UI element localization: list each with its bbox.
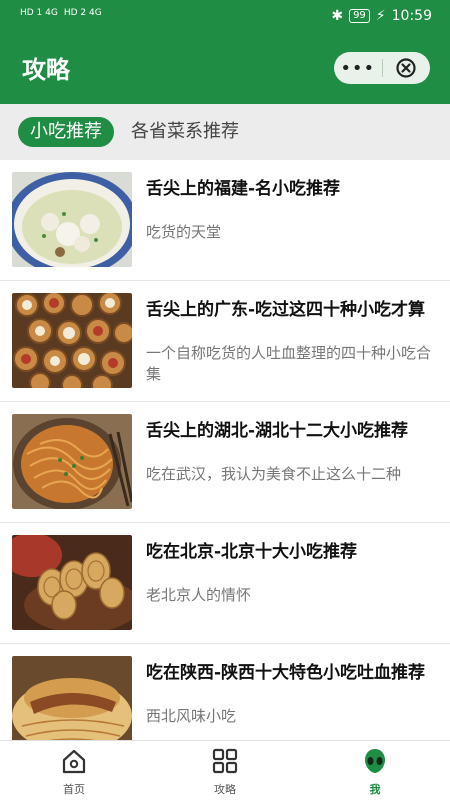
charging-icon: ⚡ [375,8,386,24]
fujian-dumpling-soup-photo [12,172,132,267]
article-list: 舌尖上的福建-名小吃推荐 吃货的天堂 舌尖上的广东-吃过这四十种小吃才算 一个自… [0,160,450,765]
home-icon [62,749,86,774]
list-item[interactable]: 吃在北京-北京十大小吃推荐 老北京人的情怀 [0,523,450,644]
article-description: 一个自称吃货的人吐血整理的四十种小吃合集 [146,344,432,383]
bottom-navigation: 首页 攻略 我 [0,740,450,801]
status-bar: HD 1 4G HD 2 4G ✱ 99 ⚡ 10:59 [0,0,450,33]
list-item[interactable]: 舌尖上的广东-吃过这四十种小吃才算 一个自称吃货的人吐血整理的四十种小吃合集 [0,281,450,402]
more-button[interactable]: ••• [334,58,382,79]
page-title: 攻略 [22,56,70,84]
list-item[interactable]: 舌尖上的湖北-湖北十二大小吃推荐 吃在武汉，我认为美食不止这么十二种 [0,402,450,523]
article-title: 舌尖上的福建-名小吃推荐 [146,179,341,199]
close-circle-icon [396,58,416,78]
article-description: 吃在武汉，我认为美食不止这么十二种 [146,465,402,483]
signal-indicators: HD 1 4G HD 2 4G [20,8,102,18]
close-button[interactable] [383,57,431,79]
article-title: 吃在北京-北京十大小吃推荐 [146,542,358,562]
battery-icon: 99 [349,9,370,23]
hubei-noodles-photo [12,414,132,509]
article-description: 老北京人的情怀 [146,586,252,604]
article-title: 舌尖上的广东-吃过这四十种小吃才算 [146,300,426,320]
nav-home[interactable]: 首页 [34,747,114,797]
article-title: 舌尖上的湖北-湖北十二大小吃推荐 [146,421,409,441]
miniprogram-capsule: ••• [334,52,430,84]
bluetooth-icon: ✱ [331,8,344,24]
nav-home-label: 首页 [63,783,85,796]
tab-provincial-cuisine[interactable]: 各省菜系推荐 [131,117,239,147]
guangdong-dim-sum-photo [12,293,132,388]
category-tabs: 小吃推荐 各省菜系推荐 [0,104,450,160]
alien-icon [365,749,385,773]
article-title: 吃在陕西-陕西十大特色小吃吐血推荐 [146,663,426,683]
shaanxi-roujiamo-photo [12,656,132,751]
beijing-rolls-photo [12,535,132,630]
nav-guide-label: 攻略 [214,783,236,796]
tab-snacks[interactable]: 小吃推荐 [18,117,114,147]
nav-me-label: 我 [369,783,381,796]
nav-guide[interactable]: 攻略 [185,747,265,797]
clock: 10:59 [391,8,432,24]
sim2-signal: HD 2 4G [63,8,102,18]
list-item[interactable]: 舌尖上的福建-名小吃推荐 吃货的天堂 [0,160,450,281]
article-description: 吃货的天堂 [146,223,222,241]
article-description: 西北风味小吃 [146,707,237,725]
sim1-signal: HD 1 4G [20,8,58,18]
app-header: 攻略 ••• [0,33,450,104]
grid-icon [212,748,238,774]
nav-me[interactable]: 我 [335,747,415,797]
